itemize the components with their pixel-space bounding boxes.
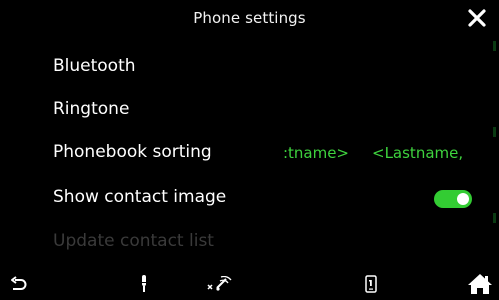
bottom-bar: [0, 268, 499, 300]
toggle-knob: [457, 193, 469, 205]
no-signal-icon: [207, 276, 232, 291]
scroll-indicator: [493, 213, 496, 223]
sorting-option-lastname[interactable]: <Lastname,: [372, 144, 463, 162]
scroll-indicator: [493, 127, 496, 137]
phonebook-sorting-options[interactable]: :tname> <Lastname,: [270, 144, 476, 168]
home-button[interactable]: [466, 268, 494, 300]
menu-item-ringtone[interactable]: Ringtone: [53, 99, 129, 119]
menu-item-bluetooth[interactable]: Bluetooth: [53, 56, 136, 76]
header: Phone settings: [0, 0, 499, 38]
phone-settings-screen: Phone settings Bluetooth Ringtone Phoneb…: [0, 0, 499, 300]
phone-device-button[interactable]: [362, 268, 380, 300]
page-title: Phone settings: [193, 9, 306, 27]
back-button[interactable]: [6, 268, 30, 300]
microphone-icon: [141, 275, 147, 292]
sorting-option-firstname[interactable]: :tname>: [283, 144, 349, 162]
menu-item-show-contact-image[interactable]: Show contact image: [53, 187, 226, 207]
close-icon: [468, 9, 486, 27]
scroll-indicator: [493, 41, 496, 51]
show-contact-image-toggle[interactable]: [434, 190, 472, 208]
phone-device-icon: [365, 275, 377, 293]
close-button[interactable]: [465, 6, 489, 30]
back-icon: [11, 276, 27, 290]
microphone-button[interactable]: [135, 268, 153, 300]
signal-status: [200, 268, 240, 300]
home-icon: [468, 274, 492, 294]
menu-item-update-contact-list: Update contact list: [53, 231, 214, 251]
menu-item-phonebook-sorting[interactable]: Phonebook sorting: [53, 142, 212, 162]
